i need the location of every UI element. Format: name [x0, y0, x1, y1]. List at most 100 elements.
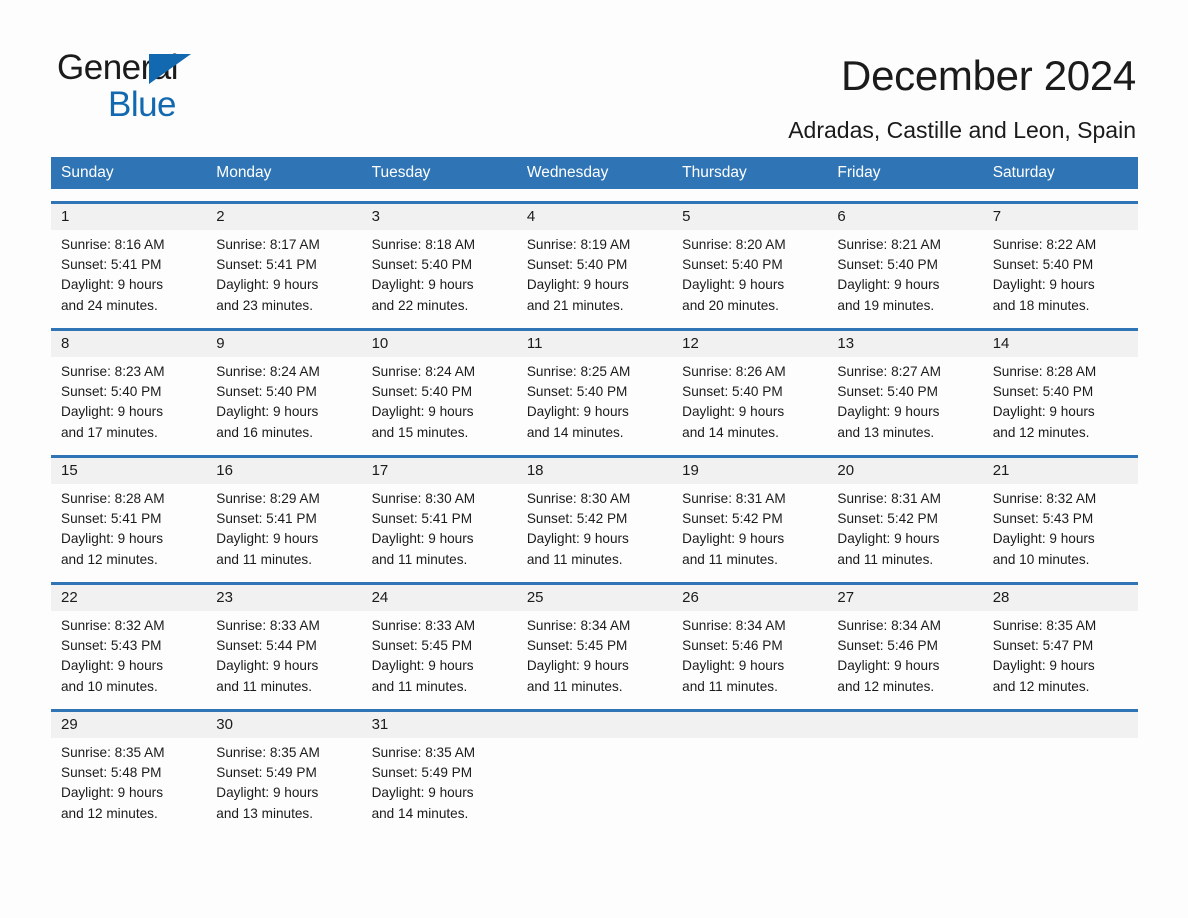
sunrise-text: Sunrise: 8:34 AM — [837, 618, 941, 633]
day-info: Sunrise: 8:23 AM Sunset: 5:40 PM Dayligh… — [61, 362, 196, 443]
day-info: Sunrise: 8:35 AM Sunset: 5:49 PM Dayligh… — [216, 743, 351, 824]
daylight-text-line2: and 18 minutes. — [992, 297, 1090, 313]
day-number: 24 — [371, 589, 389, 606]
day-cell[interactable]: 13 Sunrise: 8:27 AM Sunset: 5:40 PM Dayl… — [827, 331, 982, 443]
day-cell[interactable]: 16 Sunrise: 8:29 AM Sunset: 5:41 PM Dayl… — [206, 458, 361, 570]
day-cell[interactable]: 10 Sunrise: 8:24 AM Sunset: 5:40 PM Dayl… — [362, 331, 517, 443]
day-cell[interactable]: 19 Sunrise: 8:31 AM Sunset: 5:42 PM Dayl… — [672, 458, 827, 570]
day-cell[interactable]: 20 Sunrise: 8:31 AM Sunset: 5:42 PM Dayl… — [827, 458, 982, 570]
day-number: 5 — [682, 208, 691, 225]
day-cell[interactable]: 14 Sunrise: 8:28 AM Sunset: 5:40 PM Dayl… — [983, 331, 1138, 443]
day-number: 11 — [526, 335, 543, 352]
day-info: Sunrise: 8:30 AM Sunset: 5:42 PM Dayligh… — [527, 489, 662, 570]
calendar-week-row: 22 Sunrise: 8:32 AM Sunset: 5:43 PM Dayl… — [51, 582, 1138, 697]
sunset-text: Sunset: 5:40 PM — [61, 384, 162, 400]
sunset-text: Sunset: 5:42 PM — [682, 511, 783, 527]
daylight-text-line1: Daylight: 9 hours — [61, 531, 164, 547]
logo-text-general: General — [57, 50, 191, 86]
day-info: Sunrise: 8:24 AM Sunset: 5:40 PM Dayligh… — [372, 362, 507, 443]
day-info: Sunrise: 8:34 AM Sunset: 5:46 PM Dayligh… — [682, 616, 817, 697]
daylight-text-line1: Daylight: 9 hours — [61, 658, 164, 674]
day-number — [837, 712, 972, 738]
day-number: 31 — [371, 716, 389, 733]
day-number — [682, 712, 817, 738]
sunrise-text: Sunrise: 8:17 AM — [216, 237, 320, 252]
sunrise-text: Sunrise: 8:35 AM — [61, 745, 165, 760]
day-cell[interactable]: 31 Sunrise: 8:35 AM Sunset: 5:49 PM Dayl… — [362, 712, 517, 824]
sunrise-text: Sunrise: 8:31 AM — [837, 491, 941, 506]
daylight-text-line2: and 11 minutes. — [371, 678, 468, 694]
day-cell[interactable]: 6 Sunrise: 8:21 AM Sunset: 5:40 PM Dayli… — [827, 204, 982, 316]
calendar-grid: Sunday Monday Tuesday Wednesday Thursday… — [51, 157, 1138, 824]
day-number — [527, 712, 662, 738]
sunrise-text: Sunrise: 8:32 AM — [992, 491, 1097, 506]
sunrise-text: Sunrise: 8:21 AM — [837, 237, 941, 252]
day-number: 17 — [371, 462, 389, 479]
sunset-text: Sunset: 5:46 PM — [837, 638, 938, 654]
triangle-icon — [149, 54, 191, 84]
day-info: Sunrise: 8:35 AM Sunset: 5:48 PM Dayligh… — [61, 743, 196, 824]
daylight-text-line2: and 11 minutes. — [682, 551, 778, 567]
day-cell[interactable]: 24 Sunrise: 8:33 AM Sunset: 5:45 PM Dayl… — [362, 585, 517, 697]
sunset-text: Sunset: 5:49 PM — [371, 765, 473, 781]
day-number: 29 — [61, 716, 78, 733]
sunset-text: Sunset: 5:40 PM — [371, 257, 473, 273]
day-info: Sunrise: 8:31 AM Sunset: 5:42 PM Dayligh… — [682, 489, 817, 570]
sunset-text: Sunset: 5:40 PM — [526, 257, 628, 273]
daylight-text-line2: and 14 minutes. — [371, 805, 469, 821]
day-cell-empty — [983, 712, 1138, 824]
day-info: Sunrise: 8:33 AM Sunset: 5:45 PM Dayligh… — [372, 616, 507, 697]
weekday-header-tuesday: Tuesday — [371, 164, 431, 181]
day-cell[interactable]: 26 Sunrise: 8:34 AM Sunset: 5:46 PM Dayl… — [672, 585, 827, 697]
day-cell[interactable]: 15 Sunrise: 8:28 AM Sunset: 5:41 PM Dayl… — [51, 458, 206, 570]
day-number — [993, 712, 1128, 738]
day-cell[interactable]: 28 Sunrise: 8:35 AM Sunset: 5:47 PM Dayl… — [983, 585, 1138, 697]
day-cell[interactable]: 7 Sunrise: 8:22 AM Sunset: 5:40 PM Dayli… — [983, 204, 1138, 316]
sunset-text: Sunset: 5:46 PM — [682, 638, 783, 654]
daylight-text-line2: and 15 minutes. — [371, 424, 469, 440]
day-info: Sunrise: 8:22 AM Sunset: 5:40 PM Dayligh… — [993, 235, 1128, 316]
day-number: 8 — [61, 335, 70, 352]
weekday-header-thursday: Thursday — [682, 164, 747, 181]
day-cell[interactable]: 17 Sunrise: 8:30 AM Sunset: 5:41 PM Dayl… — [362, 458, 517, 570]
calendar-page: General Blue December 2024 Adradas, Cast… — [0, 0, 1188, 918]
daylight-text-line2: and 11 minutes. — [526, 678, 623, 694]
day-cell[interactable]: 18 Sunrise: 8:30 AM Sunset: 5:42 PM Dayl… — [517, 458, 672, 570]
daylight-text-line2: and 10 minutes. — [992, 551, 1090, 567]
daylight-text-line2: and 10 minutes. — [61, 678, 158, 694]
day-cell[interactable]: 2 Sunrise: 8:17 AM Sunset: 5:41 PM Dayli… — [206, 204, 361, 316]
day-cell[interactable]: 5 Sunrise: 8:20 AM Sunset: 5:40 PM Dayli… — [672, 204, 827, 316]
daylight-text-line1: Daylight: 9 hours — [992, 658, 1095, 674]
daylight-text-line1: Daylight: 9 hours — [992, 404, 1095, 420]
day-cell[interactable]: 25 Sunrise: 8:34 AM Sunset: 5:45 PM Dayl… — [517, 585, 672, 697]
day-cell[interactable]: 9 Sunrise: 8:24 AM Sunset: 5:40 PM Dayli… — [206, 331, 361, 443]
day-cell[interactable]: 29 Sunrise: 8:35 AM Sunset: 5:48 PM Dayl… — [51, 712, 206, 824]
day-info: Sunrise: 8:17 AM Sunset: 5:41 PM Dayligh… — [216, 235, 351, 316]
day-cell[interactable]: 3 Sunrise: 8:18 AM Sunset: 5:40 PM Dayli… — [362, 204, 517, 316]
sunrise-text: Sunrise: 8:19 AM — [526, 237, 631, 252]
daylight-text-line2: and 22 minutes. — [371, 297, 469, 313]
sunset-text: Sunset: 5:40 PM — [526, 384, 628, 400]
day-info: Sunrise: 8:35 AM Sunset: 5:49 PM Dayligh… — [372, 743, 507, 824]
daylight-text-line1: Daylight: 9 hours — [682, 277, 785, 293]
day-cell[interactable]: 21 Sunrise: 8:32 AM Sunset: 5:43 PM Dayl… — [983, 458, 1138, 570]
day-number: 3 — [371, 208, 380, 225]
weekday-header-row: Sunday Monday Tuesday Wednesday Thursday… — [51, 157, 1138, 189]
sunrise-text: Sunrise: 8:33 AM — [216, 618, 320, 633]
sunrise-text: Sunrise: 8:18 AM — [371, 237, 476, 252]
sunrise-text: Sunrise: 8:30 AM — [526, 491, 631, 506]
day-info: Sunrise: 8:29 AM Sunset: 5:41 PM Dayligh… — [216, 489, 351, 570]
day-cell[interactable]: 23 Sunrise: 8:33 AM Sunset: 5:44 PM Dayl… — [206, 585, 361, 697]
day-number: 28 — [992, 589, 1010, 606]
sunrise-text: Sunrise: 8:16 AM — [61, 237, 165, 252]
day-cell[interactable]: 8 Sunrise: 8:23 AM Sunset: 5:40 PM Dayli… — [51, 331, 206, 443]
daylight-text-line1: Daylight: 9 hours — [837, 404, 940, 420]
day-cell[interactable]: 11 Sunrise: 8:25 AM Sunset: 5:40 PM Dayl… — [517, 331, 672, 443]
day-cell[interactable]: 30 Sunrise: 8:35 AM Sunset: 5:49 PM Dayl… — [206, 712, 361, 824]
day-cell[interactable]: 12 Sunrise: 8:26 AM Sunset: 5:40 PM Dayl… — [672, 331, 827, 443]
daylight-text-line2: and 16 minutes. — [216, 424, 314, 440]
day-cell[interactable]: 4 Sunrise: 8:19 AM Sunset: 5:40 PM Dayli… — [517, 204, 672, 316]
day-cell[interactable]: 22 Sunrise: 8:32 AM Sunset: 5:43 PM Dayl… — [51, 585, 206, 697]
day-cell[interactable]: 1 Sunrise: 8:16 AM Sunset: 5:41 PM Dayli… — [51, 204, 206, 316]
day-cell[interactable]: 27 Sunrise: 8:34 AM Sunset: 5:46 PM Dayl… — [827, 585, 982, 697]
